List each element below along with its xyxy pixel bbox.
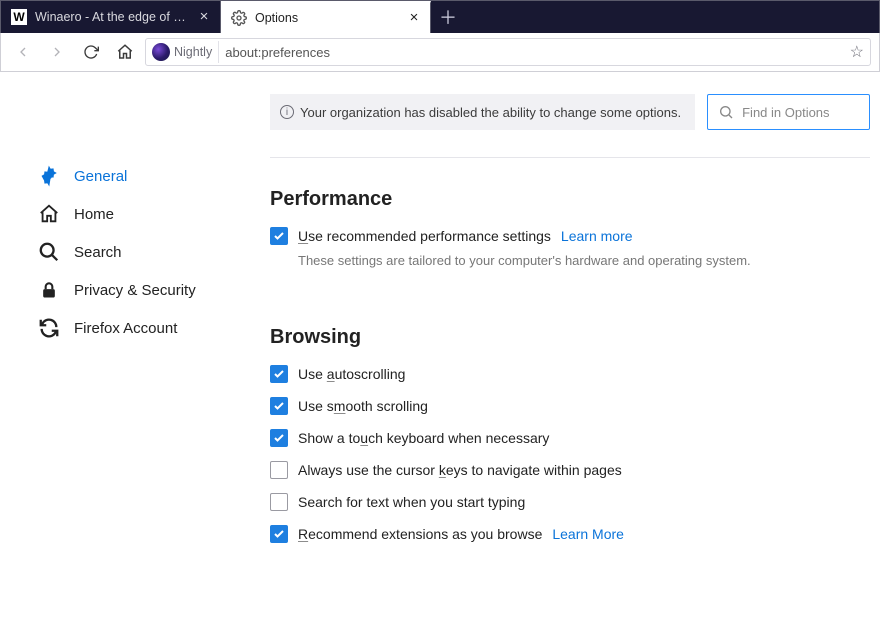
forward-button[interactable] [43,38,71,66]
nav-general[interactable]: General [32,157,242,195]
nightly-icon [152,43,170,61]
categories-nav: General Home Search Privacy & Security F… [32,157,242,347]
nav-general-label: General [74,168,127,185]
url-bar[interactable]: Nightly about:preferences ☆ [145,38,871,66]
tab-winaero[interactable]: W Winaero - At the edge of tweak × [1,1,221,33]
checkbox-checked-icon [270,397,288,415]
search-placeholder: Find in Options [742,105,829,120]
checkbox-checked-icon [270,525,288,543]
settings-panel: Performance Use recommended performance … [270,157,870,557]
close-icon[interactable]: × [196,9,212,25]
option-touchkeyboard[interactable]: Show a touch keyboard when necessary [270,429,870,447]
learn-more-link[interactable]: Learn more [561,228,633,244]
navigation-toolbar: Nightly about:preferences ☆ [0,33,880,72]
preferences-page: i Your organization has disabled the abi… [0,72,880,627]
performance-heading: Performance [270,188,870,211]
nav-search[interactable]: Search [32,233,242,271]
checkbox-checked-icon [270,365,288,383]
nav-privacy-label: Privacy & Security [74,282,196,299]
tab-options-title: Options [255,11,398,25]
nav-search-label: Search [74,244,122,261]
back-button[interactable] [9,38,37,66]
nav-home-label: Home [74,206,114,223]
option-cursorkeys-label: Always use the cursor keys to navigate w… [298,462,622,478]
close-icon[interactable]: × [406,10,422,26]
checkbox-unchecked-icon [270,493,288,511]
option-autoscroll[interactable]: Use autoscrolling [270,365,870,383]
learn-more-link[interactable]: Learn More [552,526,624,542]
url-text: about:preferences [225,45,843,60]
browsing-heading: Browsing [270,326,870,349]
option-recommend-label: Recommend extensions as you browse [298,526,542,542]
identity-label: Nightly [174,45,212,59]
winaero-favicon: W [11,9,27,25]
gear-icon [231,10,247,26]
performance-hint: These settings are tailored to your comp… [298,253,751,268]
option-recommended-performance[interactable]: Use recommended performance settings Lea… [270,227,870,245]
search-icon [38,241,60,263]
checkbox-unchecked-icon [270,461,288,479]
bookmark-star-icon[interactable]: ☆ [850,42,864,62]
option-touchkeyboard-label: Show a touch keyboard when necessary [298,430,549,446]
tab-strip: W Winaero - At the edge of tweak × Optio… [0,0,880,33]
home-button[interactable] [111,38,139,66]
site-identity[interactable]: Nightly [150,41,219,63]
policy-notice: i Your organization has disabled the abi… [270,94,695,130]
option-cursorkeys[interactable]: Always use the cursor keys to navigate w… [270,461,870,479]
option-recommend-extensions[interactable]: Recommend extensions as you browse Learn… [270,525,870,543]
option-recommended-label: Use recommended performance settings [298,228,551,244]
reload-button[interactable] [77,38,105,66]
nav-account[interactable]: Firefox Account [32,309,242,347]
nav-privacy[interactable]: Privacy & Security [32,271,242,309]
gear-icon [38,165,60,187]
new-tab-button[interactable]: ＋ [431,1,465,33]
tab-winaero-title: Winaero - At the edge of tweak [35,10,188,24]
nav-home[interactable]: Home [32,195,242,233]
search-icon [718,104,734,120]
home-icon [38,203,60,225]
option-searchtype-label: Search for text when you start typing [298,494,525,510]
sync-icon [38,317,60,339]
info-icon: i [280,105,294,119]
find-in-options-input[interactable]: Find in Options [707,94,870,130]
option-smoothscroll-label: Use smooth scrolling [298,398,428,414]
policy-notice-text: Your organization has disabled the abili… [300,105,681,120]
option-smoothscroll[interactable]: Use smooth scrolling [270,397,870,415]
checkbox-checked-icon [270,429,288,447]
tab-options[interactable]: Options × [221,1,431,33]
option-autoscroll-label: Use autoscrolling [298,366,405,382]
nav-account-label: Firefox Account [74,320,177,337]
checkbox-checked-icon [270,227,288,245]
lock-icon [38,279,60,301]
option-searchtype[interactable]: Search for text when you start typing [270,493,870,511]
